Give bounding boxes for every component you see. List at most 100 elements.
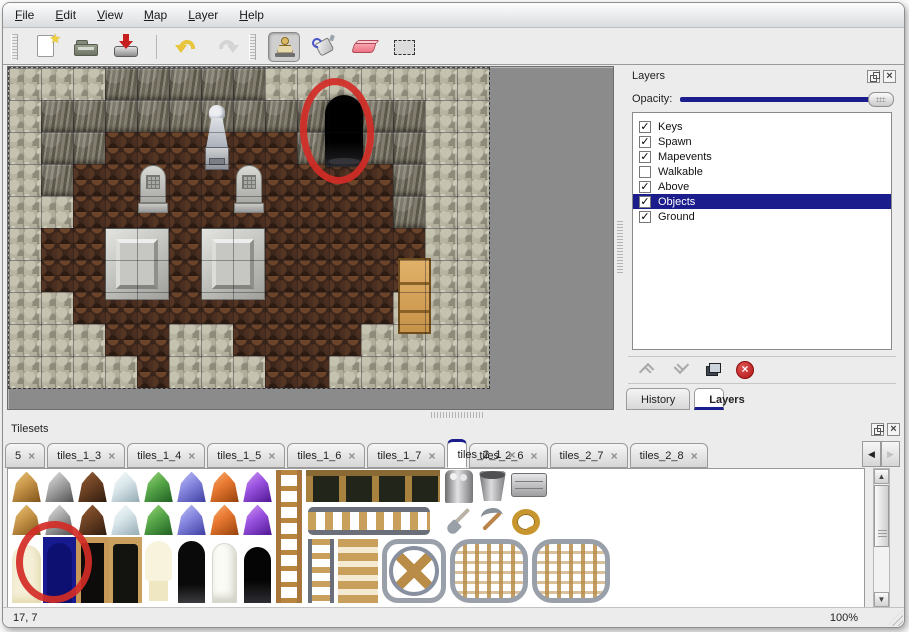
menu-edit[interactable]: Edit: [55, 8, 76, 22]
tile-green-crystal[interactable]: [142, 503, 175, 536]
tileset-tab-tiles_2_1[interactable]: tiles_2_1×: [447, 439, 467, 468]
map-tile-rock-ground[interactable]: [361, 356, 393, 388]
map-tile-crypt-floor[interactable]: [361, 292, 393, 324]
map-tile-rock-ground[interactable]: [169, 324, 201, 356]
map-tile-crypt-floor[interactable]: [41, 228, 73, 260]
tile-copper-ore[interactable]: [76, 503, 109, 536]
map-tile-rock-ground[interactable]: [297, 68, 329, 100]
map-tile-rock-ground[interactable]: [425, 132, 457, 164]
statue-object[interactable]: [201, 104, 233, 170]
tileset-tab-tiles_1_3[interactable]: tiles_1_3×: [47, 443, 125, 468]
map-tile-rock-ground[interactable]: [329, 356, 361, 388]
map-tile-rock-ground[interactable]: [457, 196, 489, 228]
tileset-scrollbar[interactable]: ▲ ▼: [873, 468, 890, 608]
tile-plank-stack[interactable]: [338, 539, 378, 603]
map-tile-rock-ground[interactable]: [425, 196, 457, 228]
scroll-tabs-right-button[interactable]: ▶: [881, 441, 900, 467]
tile-shovel[interactable]: [446, 507, 474, 535]
tile-dark-arch[interactable]: [241, 537, 274, 603]
duplicate-layer-button[interactable]: [704, 361, 722, 379]
close-panel-icon[interactable]: [887, 423, 900, 436]
map-tile-crypt-floor[interactable]: [233, 324, 265, 356]
tile-selected-navy-tile[interactable]: [43, 537, 76, 603]
layer-visibility-checkbox[interactable]: [639, 166, 651, 178]
toolbar-drag-handle[interactable]: [249, 34, 256, 60]
fill-bucket-button[interactable]: [308, 32, 340, 62]
map-tile-crypt-floor[interactable]: [233, 132, 265, 164]
map-tile-rock-ground[interactable]: [457, 132, 489, 164]
map-tile-rock-ground[interactable]: [105, 356, 137, 388]
vertical-split-divider[interactable]: [616, 66, 624, 410]
tile-rope-coil[interactable]: [510, 507, 538, 533]
tileset-tab-tiles_2_7[interactable]: tiles_2_7×: [550, 443, 628, 468]
map-tile-crypt-floor[interactable]: [105, 196, 137, 228]
layer-row-spawn[interactable]: ✓Spawn: [633, 134, 891, 149]
map-tile-rock-ground[interactable]: [73, 68, 105, 100]
tab-close-icon[interactable]: ×: [691, 449, 698, 463]
scrollbar-thumb[interactable]: [874, 485, 889, 547]
new-map-button[interactable]: [30, 32, 62, 62]
tileset-tab-tiles_1_4[interactable]: tiles_1_4×: [127, 443, 205, 468]
toolbar-drag-handle[interactable]: [11, 34, 18, 60]
map-tile-rock-ground[interactable]: [457, 260, 489, 292]
pedestal-left[interactable]: [105, 228, 169, 300]
tile-cart-wheel[interactable]: [382, 539, 446, 603]
map-tile-crypt-floor[interactable]: [361, 260, 393, 292]
tab-close-icon[interactable]: ×: [108, 449, 115, 463]
map-tile-rock-ground[interactable]: [9, 164, 41, 196]
layer-visibility-checkbox[interactable]: ✓: [639, 211, 651, 223]
map-tile-rock-ground[interactable]: [425, 68, 457, 100]
map-tile-rock-ground[interactable]: [73, 324, 105, 356]
map-tile-rock-wall[interactable]: [393, 196, 425, 228]
map-tile-rock-ground[interactable]: [73, 356, 105, 388]
map-tile-rock-ground[interactable]: [361, 68, 393, 100]
save-drive-button[interactable]: [110, 32, 142, 62]
undo-arrow-button[interactable]: [171, 32, 203, 62]
tile-ice-crystal[interactable]: [109, 470, 142, 503]
tab-close-icon[interactable]: ×: [28, 449, 35, 463]
map-tile-rock-ground[interactable]: [9, 228, 41, 260]
tile-orange-coral[interactable]: [208, 503, 241, 536]
tile-ice-crystal[interactable]: [109, 503, 142, 536]
map-tile-crypt-floor[interactable]: [169, 260, 201, 292]
map-tile-rock-ground[interactable]: [457, 356, 489, 388]
map-tile-crypt-floor[interactable]: [361, 164, 393, 196]
tile-rail-loop-left[interactable]: [450, 539, 528, 603]
tile-copper-ore[interactable]: [76, 470, 109, 503]
map-tile-rock-wall[interactable]: [169, 68, 201, 100]
map-tile-crypt-floor[interactable]: [265, 324, 297, 356]
map-tile-crypt-floor[interactable]: [297, 324, 329, 356]
tile-white-arch[interactable]: [208, 537, 241, 603]
map-tile-rock-wall[interactable]: [265, 100, 297, 132]
tile-wood-doorway[interactable]: [76, 537, 109, 603]
tile-blue-crystal[interactable]: [175, 503, 208, 536]
menu-layer[interactable]: Layer: [188, 8, 218, 22]
tile-silver-ore[interactable]: [43, 503, 76, 536]
map-tile-rock-wall[interactable]: [233, 100, 265, 132]
map-tile-crypt-floor[interactable]: [265, 132, 297, 164]
map-tile-rock-ground[interactable]: [425, 356, 457, 388]
map-tile-rock-wall[interactable]: [41, 132, 73, 164]
tileset-tab-tiles_1_6[interactable]: tiles_1_6×: [287, 443, 365, 468]
map-tile-rock-wall[interactable]: [41, 164, 73, 196]
menu-file[interactable]: File: [15, 8, 34, 22]
map-tile-rock-wall[interactable]: [361, 100, 393, 132]
tab-close-icon[interactable]: ×: [611, 449, 618, 463]
gravestone-right[interactable]: [234, 165, 264, 231]
map-tile-rock-wall[interactable]: [393, 132, 425, 164]
map-tile-rock-wall[interactable]: [233, 68, 265, 100]
rect-select-button[interactable]: [388, 32, 420, 62]
map-tile-rock-wall[interactable]: [73, 100, 105, 132]
map-tile-rock-ground[interactable]: [457, 68, 489, 100]
map-tile-crypt-floor[interactable]: [393, 228, 425, 260]
cave-entrance-object[interactable]: [325, 95, 363, 167]
map-tile-crypt-floor[interactable]: [73, 260, 105, 292]
map-tile-crypt-floor[interactable]: [329, 228, 361, 260]
map-tile-crypt-floor[interactable]: [297, 164, 329, 196]
tab-close-icon[interactable]: ×: [348, 449, 355, 463]
map-tile-rock-ground[interactable]: [425, 228, 457, 260]
tile-cream-arch[interactable]: [142, 537, 175, 603]
tile-skull-pillar[interactable]: [445, 470, 473, 503]
map-tile-rock-ground[interactable]: [233, 356, 265, 388]
raise-layer-button[interactable]: [640, 361, 658, 379]
